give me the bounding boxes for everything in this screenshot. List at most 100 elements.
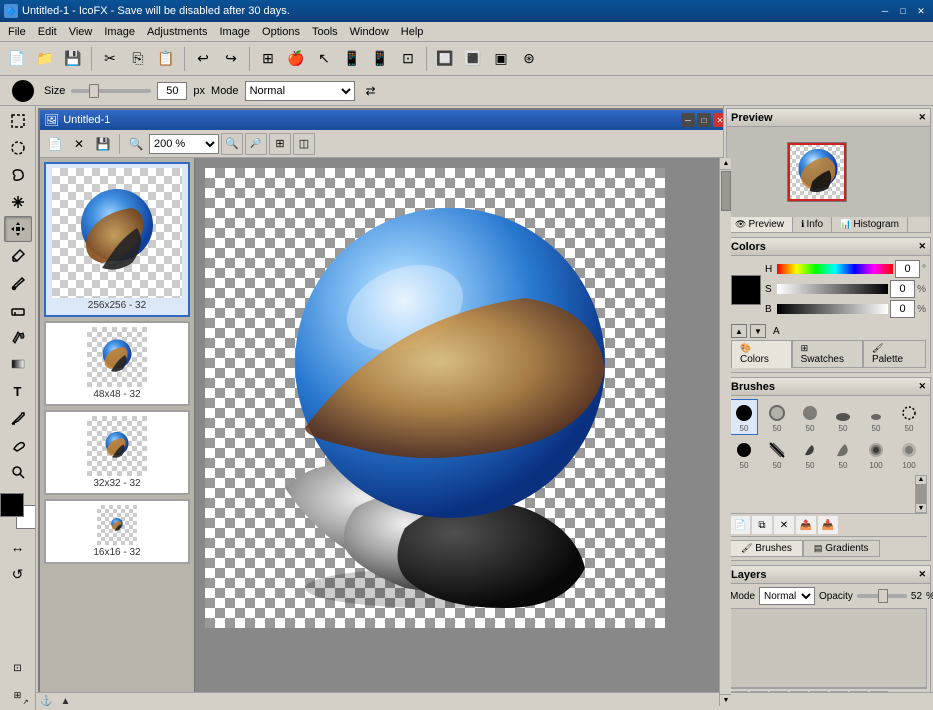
brush-cell-4[interactable]: 50: [829, 399, 857, 435]
brushes-close-icon[interactable]: ✕: [918, 381, 926, 392]
menu-image2[interactable]: Image: [213, 24, 256, 40]
tool-gradient[interactable]: [4, 351, 32, 377]
main-canvas-area[interactable]: [195, 158, 719, 706]
size-slider[interactable]: [71, 89, 151, 93]
tool-flip[interactable]: ↔: [4, 534, 32, 560]
s-value[interactable]: [890, 280, 915, 298]
layers-panel-header[interactable]: Layers ✕: [727, 566, 930, 584]
scroll-up-button[interactable]: ▲: [720, 158, 731, 170]
icon-item-16[interactable]: 16x16 - 32: [44, 499, 190, 564]
icon2-button[interactable]: 🔳: [460, 46, 486, 72]
tool-text[interactable]: T: [4, 378, 32, 404]
color-tab-swatches[interactable]: ⊞ Swatches: [792, 340, 863, 368]
zoom-in-button[interactable]: 🔍: [221, 133, 243, 155]
tool-bottom2[interactable]: ↗ ⊞: [4, 682, 32, 708]
menu-file[interactable]: File: [2, 24, 32, 40]
tool-eyedropper[interactable]: [4, 243, 32, 269]
brush-cell-7[interactable]: 50: [730, 436, 758, 472]
brush-cell-6[interactable]: 50: [895, 399, 923, 435]
color-swatch-main[interactable]: [731, 275, 761, 305]
menu-image[interactable]: Image: [98, 24, 141, 40]
menu-adjustments[interactable]: Adjustments: [141, 24, 214, 40]
tool-zoom[interactable]: [4, 459, 32, 485]
tool-brush[interactable]: [4, 270, 32, 296]
close-button[interactable]: ✕: [913, 4, 929, 18]
brush-tool-del[interactable]: ✕: [774, 516, 794, 534]
new-button[interactable]: 📄: [4, 46, 30, 72]
menu-options[interactable]: Options: [256, 24, 306, 40]
menu-window[interactable]: Window: [344, 24, 395, 40]
color-mini-btn1[interactable]: ▲: [731, 324, 747, 338]
layers-close-icon[interactable]: ✕: [918, 569, 926, 580]
paste-button[interactable]: 📋: [153, 46, 179, 72]
menu-help[interactable]: Help: [395, 24, 430, 40]
tool-marquee-ellipse[interactable]: [4, 135, 32, 161]
icon4-button[interactable]: ⊛: [516, 46, 542, 72]
color-tab-colors[interactable]: 🎨 Colors: [731, 340, 792, 368]
tool-move[interactable]: [4, 216, 32, 242]
tool-lasso[interactable]: [4, 162, 32, 188]
scroll-down-button[interactable]: ▼: [720, 694, 731, 706]
icon3-button[interactable]: ▣: [488, 46, 514, 72]
preview-tab-preview[interactable]: 👁 Preview: [727, 217, 793, 232]
preview-tab-histogram[interactable]: 📊 Histogram: [832, 217, 908, 232]
layers-mode-select[interactable]: Normal Multiply Screen: [759, 587, 815, 605]
preview-tab-info[interactable]: ℹ Info: [793, 217, 832, 232]
icon-item-32[interactable]: 32x32 - 32: [44, 410, 190, 495]
doc-maximize-button[interactable]: □: [697, 113, 711, 127]
brushes-scroll-down[interactable]: ▼: [918, 505, 925, 512]
tool-smudge[interactable]: [4, 432, 32, 458]
fg-color-box[interactable]: [0, 493, 24, 517]
view2-button[interactable]: 🍎: [283, 46, 309, 72]
colors-close-icon[interactable]: ✕: [918, 241, 926, 252]
menu-edit[interactable]: Edit: [32, 24, 63, 40]
icon1-button[interactable]: 🔲: [432, 46, 458, 72]
sync-icon[interactable]: ⇄: [361, 81, 381, 101]
color-mini-btn2[interactable]: ▼: [750, 324, 766, 338]
copy-button[interactable]: ⎘: [125, 46, 151, 72]
color-tab-palette[interactable]: 🖌 Palette: [863, 340, 926, 368]
brush-tool-new[interactable]: 📄: [730, 516, 750, 534]
brush-cell-8[interactable]: 50: [763, 436, 791, 472]
preview-close-icon[interactable]: ✕: [918, 112, 926, 123]
save-button[interactable]: 💾: [60, 46, 86, 72]
capture-button[interactable]: ⊡: [395, 46, 421, 72]
b-value[interactable]: [890, 300, 915, 318]
brush-tool-dup[interactable]: ⧉: [752, 516, 772, 534]
minimize-button[interactable]: ─: [877, 4, 893, 18]
doc-save-icon[interactable]: 💾: [92, 133, 114, 155]
menu-tools[interactable]: Tools: [306, 24, 344, 40]
tool-transform[interactable]: ↺: [4, 561, 32, 587]
tool-eraser[interactable]: [4, 297, 32, 323]
zoom-select[interactable]: 200 % 100 % 150 % 300 % 400 %: [149, 134, 219, 154]
brush-cell-11[interactable]: 100: [862, 436, 890, 472]
tool-pen[interactable]: [4, 405, 32, 431]
colors-panel-header[interactable]: Colors ✕: [727, 238, 930, 256]
icon-item-48[interactable]: 48x48 - 32: [44, 321, 190, 406]
icon-item-256[interactable]: 256x256 - 32: [44, 162, 190, 317]
open-button[interactable]: 📁: [32, 46, 58, 72]
brushes-scroll-thumb[interactable]: [916, 484, 926, 504]
brush-panel-tab-brushes[interactable]: 🖌 Brushes: [730, 540, 803, 557]
preview-panel-header[interactable]: Preview ✕: [727, 109, 930, 127]
fg-bg-colors[interactable]: [0, 493, 36, 529]
maximize-button[interactable]: □: [895, 4, 911, 18]
h-value[interactable]: [895, 260, 920, 278]
layers-opacity-slider[interactable]: [857, 594, 907, 598]
device1-button[interactable]: 📱: [339, 46, 365, 72]
doc-close-icon[interactable]: ✕: [68, 133, 90, 155]
brush-cell-12[interactable]: 100: [895, 436, 923, 472]
tool-magic-wand[interactable]: [4, 189, 32, 215]
ruler-button[interactable]: ◫: [293, 133, 315, 155]
cut-button[interactable]: ✂: [97, 46, 123, 72]
brush-cell-3[interactable]: 50: [796, 399, 824, 435]
brush-tool-export[interactable]: 📤: [796, 516, 816, 534]
brush-tool-import[interactable]: 📥: [818, 516, 838, 534]
view1-button[interactable]: ⊞: [255, 46, 281, 72]
brushes-scroll-up[interactable]: ▲: [918, 476, 925, 483]
zoom-out-button[interactable]: 🔎: [245, 133, 267, 155]
cursor-button[interactable]: ↖: [311, 46, 337, 72]
device2-button[interactable]: 📱: [367, 46, 393, 72]
tool-fill[interactable]: [4, 324, 32, 350]
size-input[interactable]: [157, 82, 187, 100]
